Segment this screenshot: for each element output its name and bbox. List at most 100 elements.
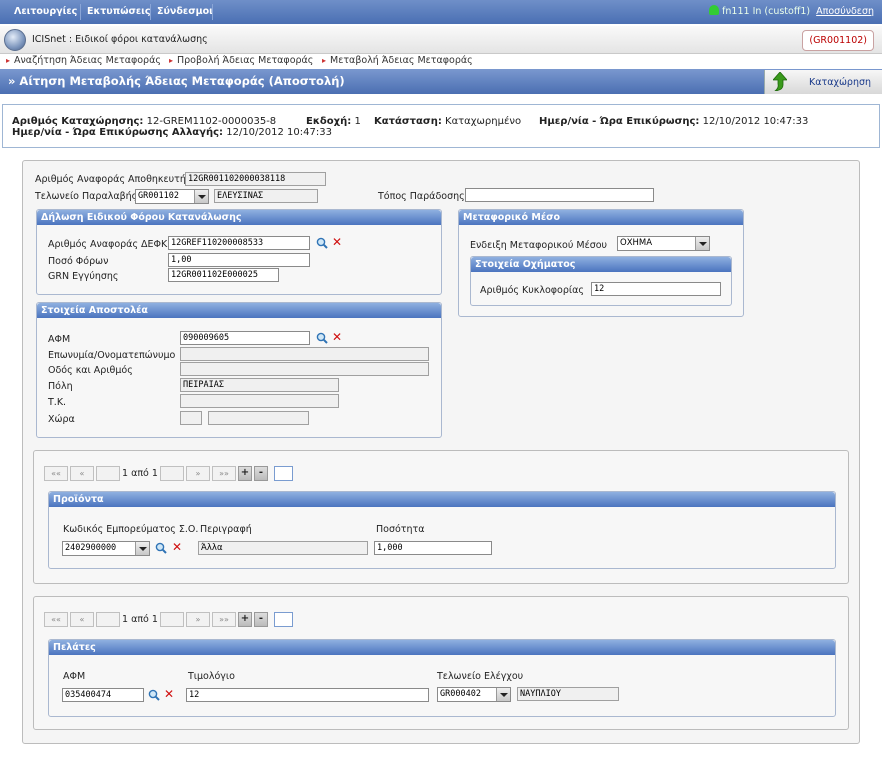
validation-change-label: Ημερ/νία - Ώρα Επικύρωσης Αλλαγής: — [12, 127, 224, 138]
consignee-ref-label: Αριθμός Αναφοράς Αποθηκευτή — [35, 174, 186, 185]
sender-afm-input[interactable]: 090009605 — [180, 331, 310, 345]
pager-next-button[interactable]: » — [186, 612, 210, 627]
excise-ref-input[interactable]: 12GREF110200008533 — [168, 236, 310, 250]
plate-input[interactable]: 12 — [591, 282, 721, 296]
search-icon[interactable] — [316, 332, 328, 344]
user-label: fn111 In (custoff1) — [722, 6, 811, 17]
receiving-office-code: GR001102 — [138, 191, 179, 201]
chevron-down-icon[interactable] — [194, 190, 208, 203]
customer-afm-input[interactable]: 035400474 — [62, 688, 144, 702]
excise-group-title: Δήλωση Ειδικού Φόρου Κατανάλωσης — [37, 210, 441, 225]
sender-group-title: Στοιχεία Αποστολέα — [37, 303, 441, 318]
remove-row-button[interactable]: - — [254, 466, 268, 481]
app-title: ICISnet : Ειδικοί φόροι κατανάλωσης — [32, 34, 208, 45]
validation-label: Ημερ/νία - Ώρα Επικύρωσης: — [539, 116, 700, 127]
menu-functions[interactable]: Λειτουργίες — [14, 6, 77, 17]
menu-separator — [150, 4, 151, 20]
grn-input[interactable]: 12GR001102E000025 — [168, 268, 279, 282]
search-icon[interactable] — [148, 689, 160, 701]
grid-view-icon[interactable] — [274, 466, 293, 481]
pager-first-button[interactable]: «« — [44, 466, 68, 481]
status-label: Κατάσταση: — [374, 116, 442, 127]
user-area: fn111 In (custoff1) Αποσύνδεση — [709, 5, 874, 17]
menu-prints[interactable]: Εκτυπώσεις — [87, 6, 151, 17]
logout-link[interactable]: Αποσύνδεση — [816, 6, 874, 17]
plate-label: Αριθμός Κυκλοφορίας — [480, 285, 584, 296]
pager-last-button[interactable]: »» — [212, 466, 236, 481]
control-office-code: GR000402 — [440, 689, 481, 699]
sender-country-code-field — [180, 411, 202, 425]
breadcrumb-arrow-icon: ▸ — [169, 56, 174, 65]
product-code-value: 2402900000 — [65, 543, 117, 553]
receiving-office-select[interactable]: GR001102 — [135, 189, 209, 204]
pager-next-button[interactable]: » — [186, 466, 210, 481]
tax-amount-input[interactable]: 1,00 — [168, 253, 310, 267]
delete-icon[interactable]: ✕ — [332, 236, 342, 248]
globe-logo-icon — [4, 29, 26, 51]
save-button[interactable]: Καταχώρηση — [764, 70, 882, 94]
search-icon[interactable] — [316, 237, 328, 249]
pager-prev-button[interactable]: « — [70, 466, 94, 481]
breadcrumb-item-view[interactable]: Προβολή Άδειας Μεταφοράς — [177, 55, 313, 66]
add-row-button[interactable]: + — [238, 612, 252, 627]
save-label[interactable]: Καταχώρηση — [809, 77, 871, 88]
consignee-ref-field[interactable]: 12GR001102000038118 — [185, 172, 326, 186]
breadcrumb: ▸ Αναζήτηση Άδειας Μεταφοράς ▸ Προβολή Ά… — [0, 55, 882, 69]
chevron-down-icon[interactable] — [496, 688, 510, 701]
product-quantity-input[interactable]: 1,000 — [374, 541, 492, 555]
col-customer-invoice: Τιμολόγιο — [188, 671, 235, 682]
product-description-field: Άλλα — [198, 541, 368, 555]
products-group-title: Προϊόντα — [49, 492, 835, 507]
customers-pager: «« « 1 από 1 » »» + - — [44, 612, 304, 627]
sender-afm-label: ΑΦΜ — [48, 334, 71, 345]
delivery-place-input[interactable] — [465, 188, 654, 202]
add-row-button[interactable]: + — [238, 466, 252, 481]
search-icon[interactable] — [155, 542, 167, 554]
delete-icon[interactable]: ✕ — [164, 688, 174, 700]
validation-change-value: 12/10/2012 10:47:33 — [226, 127, 332, 138]
grid-view-icon[interactable] — [274, 612, 293, 627]
chevron-down-icon[interactable] — [135, 542, 149, 555]
delete-icon[interactable]: ✕ — [172, 541, 182, 553]
delete-icon[interactable]: ✕ — [332, 331, 342, 343]
col-product-description: Περιγραφή — [200, 524, 252, 535]
validation-value: 12/10/2012 10:47:33 — [702, 116, 809, 127]
breadcrumb-item-search[interactable]: Αναζήτηση Άδειας Μεταφοράς — [14, 55, 161, 66]
menu-links[interactable]: Σύνδεσμοι — [157, 6, 213, 17]
office-badge: (GR001102) — [802, 30, 874, 51]
excise-ref-label: Αριθμός Αναφοράς ΔΕΦΚ — [48, 239, 168, 250]
pager-text: 1 από 1 — [122, 468, 158, 479]
reg-value: 12-GREM1102-0000035-8 — [146, 116, 277, 127]
sender-street-label: Οδός και Αριθμός — [48, 365, 133, 376]
pager-first-button[interactable]: «« — [44, 612, 68, 627]
breadcrumb-item-edit[interactable]: Μεταβολή Άδειας Μεταφοράς — [330, 55, 473, 66]
receiving-office-label: Τελωνείο Παραλαβής — [35, 191, 138, 202]
pager-prev-button[interactable]: « — [70, 612, 94, 627]
sender-name-field — [180, 347, 429, 361]
pager-page-input[interactable] — [160, 466, 184, 481]
pager-last-button[interactable]: »» — [212, 612, 236, 627]
page-header-bar: » Αίτηση Μεταβολής Άδειας Μεταφοράς (Απο… — [0, 69, 882, 94]
version-label: Εκδοχή: — [306, 116, 352, 127]
sender-city-field: ΠΕΙΡΑΙΑΣ — [180, 378, 339, 392]
menu-separator — [80, 4, 81, 20]
vehicle-group-title: Στοιχεία Οχήματος — [471, 257, 731, 272]
transport-mode-label: Ενδειξη Μεταφορικού Μέσου — [470, 240, 608, 251]
page-title: » Αίτηση Μεταβολής Άδειας Μεταφοράς (Απο… — [8, 74, 345, 88]
col-product-quantity: Ποσότητα — [376, 524, 425, 535]
sender-zip-field — [180, 394, 339, 408]
chevron-down-icon[interactable] — [695, 237, 709, 250]
product-code-select[interactable]: 2402900000 — [62, 541, 150, 556]
version-value: 1 — [354, 116, 361, 127]
registration-info: Αριθμός Καταχώρησης: 12-GREM1102-0000035… — [2, 104, 880, 148]
remove-row-button[interactable]: - — [254, 612, 268, 627]
control-office-select[interactable]: GR000402 — [437, 687, 511, 702]
customer-invoice-input[interactable]: 12 — [186, 688, 429, 702]
pager-page-input[interactable] — [160, 612, 184, 627]
sender-country-name-field — [208, 411, 309, 425]
transport-mode-select[interactable]: ΟΧΗΜΑ — [617, 236, 710, 251]
sender-country-label: Χώρα — [48, 414, 75, 425]
breadcrumb-arrow-icon: ▸ — [6, 56, 11, 65]
sender-zip-label: Τ.Κ. — [48, 397, 67, 408]
pager-text: 1 από 1 — [122, 614, 158, 625]
